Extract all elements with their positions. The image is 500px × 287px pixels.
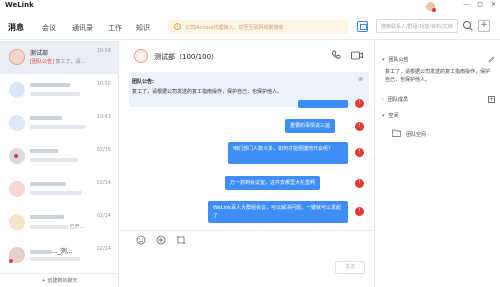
conversation-item[interactable]: 10:50: [0, 74, 119, 107]
edit-icon[interactable]: [488, 56, 495, 63]
group-avatar[interactable]: [134, 49, 148, 63]
conversation-time: 02/14: [96, 213, 111, 219]
send-failed-icon[interactable]: !: [355, 179, 364, 188]
input-divider: [120, 230, 373, 231]
search-input[interactable]: 搜索联系人/群组/功能/资料/文档: [376, 19, 458, 33]
conversation-preview: [30, 157, 96, 163]
search-icon[interactable]: [462, 20, 474, 32]
title-bar: WeLink — □ ✕: [0, 0, 500, 12]
conversation-name: [30, 114, 62, 121]
chevron-right-icon: ›: [382, 97, 384, 103]
conversation-item[interactable]: 10:43: [0, 107, 119, 140]
phone-icon[interactable]: [331, 50, 341, 60]
avatar: [9, 214, 25, 230]
chat-title: 测试部（100/100）: [154, 53, 219, 61]
new-chat-button[interactable]: + 创建新的聊天: [0, 273, 119, 287]
conversation-preview: [30, 190, 96, 196]
maximize-button[interactable]: □: [477, 1, 483, 8]
conversation-time: 10:58: [96, 48, 111, 54]
conversation-time: 02/15: [96, 147, 111, 153]
announcement-title: 团队公告:: [132, 79, 154, 85]
group-info-panel: ▾ 团队公告 复工了，请根据公司发送的复工指南操作，保护自己，也保护他人。 › 团队…: [374, 41, 500, 287]
conversation-time: 02/14: [96, 246, 111, 252]
message-bubble[interactable]: [298, 100, 348, 108]
team-space-item[interactable]: 团队空间: [406, 131, 426, 138]
screen-share-icon[interactable]: [357, 21, 368, 32]
unread-dot: [14, 154, 18, 158]
announcement-text: 复工了，请根据公司发送的复工指南操作，保护自己，也保护他人。: [132, 89, 283, 95]
close-button[interactable]: ✕: [491, 1, 496, 8]
attachment-icon[interactable]: [156, 235, 166, 245]
avatar: [9, 82, 25, 98]
tab-work[interactable]: 工作: [108, 23, 122, 33]
conversation-preview: [30, 91, 96, 97]
members-section-header[interactable]: › 团队成员: [382, 96, 408, 103]
conversation-item[interactable]: 已开... 02/14: [0, 206, 119, 239]
add-member-icon[interactable]: +: [488, 96, 495, 103]
announcement-section-header[interactable]: ▾ 团队公告: [382, 56, 409, 63]
folder-icon: [392, 129, 401, 137]
message-bubble[interactable]: 咱们部门人数众多，如何才能便捷地开会呢？: [228, 142, 348, 164]
conversation-item[interactable]: 02/14: [0, 173, 119, 206]
chat-panel: 测试部（100/100） 团队公告: 复工了，请根据公司发送的复工指南操作，保护…: [120, 41, 373, 287]
conversation-time: 02/14: [96, 180, 111, 186]
conversation-list: 测试部 [团队公告] 复工了，请... 10:58 10:50 10:43 02…: [0, 41, 119, 287]
conversation-item[interactable]: ..._刘... 02/14: [0, 239, 119, 272]
conversation-item[interactable]: 02/15: [0, 140, 119, 173]
close-icon[interactable]: ⊗: [358, 76, 363, 83]
message-bubble[interactable]: 万一抓到会议室，这件去哪里大礼堂啊: [225, 176, 321, 190]
announcement-tag: [团队公告]: [30, 59, 54, 65]
conversation-preview: [30, 124, 96, 130]
add-button[interactable]: +: [478, 20, 490, 32]
conversation-name: 测试部: [30, 50, 49, 57]
send-failed-icon[interactable]: !: [355, 99, 364, 108]
tab-meetings[interactable]: 会议: [42, 23, 56, 33]
announcement-body: 复工了，请根据公司发送的复工指南操作，保护自己，也保护他人。: [385, 69, 491, 83]
conversation-name: [30, 147, 58, 154]
tab-knowledge[interactable]: 知识: [136, 23, 150, 33]
conversation-name: [30, 81, 70, 88]
send-failed-icon[interactable]: !: [355, 148, 364, 157]
message-bubble[interactable]: 重要的事情说三遍: [285, 119, 336, 133]
avatar: [9, 115, 25, 131]
conversation-preview: [30, 256, 96, 262]
conversation-name: ..._刘...: [30, 246, 72, 255]
minimize-button[interactable]: —: [463, 1, 469, 8]
emoji-icon[interactable]: [136, 235, 146, 245]
collapse-panel-icon[interactable]: ›: [370, 157, 372, 163]
tab-messages[interactable]: 消息: [8, 22, 24, 33]
avatar: [9, 49, 25, 65]
notice-banner[interactable]: i 公司iAccess代理接入，切至互联网频繁接收: [168, 20, 348, 34]
chevron-down-icon: ▾: [382, 57, 385, 63]
conversation-time: 10:50: [96, 81, 111, 87]
conversation-preview: 已开...: [30, 223, 96, 230]
conversation-name: [30, 180, 66, 187]
conversation-name: [30, 213, 64, 220]
send-failed-icon[interactable]: !: [355, 122, 364, 131]
tab-contacts[interactable]: 通讯录: [72, 23, 93, 33]
chat-header: 测试部（100/100）: [120, 41, 373, 70]
message-bubble[interactable]: WeLink百人大群组会议，可以解决问题，一键就可以发起了: [208, 201, 348, 223]
notice-text: 公司iAccess代理接入，切至互联网频繁接收: [185, 25, 284, 31]
conversation-time: 10:43: [96, 114, 111, 120]
window-controls: — □ ✕: [463, 1, 496, 8]
app-title: WeLink: [5, 1, 34, 9]
send-failed-icon[interactable]: !: [355, 207, 364, 216]
space-section-header[interactable]: ▾ 空间: [382, 112, 399, 119]
conversation-item[interactable]: 测试部 [团队公告] 复工了，请... 10:58: [0, 41, 119, 74]
avatar: [9, 181, 25, 197]
unread-dot: [9, 259, 13, 263]
nav-bar: 消息 会议 通讯录 工作 知识 i 公司iAccess代理接入，切至互联网频繁接…: [0, 10, 500, 40]
info-icon: i: [174, 23, 181, 30]
conversation-preview: [团队公告] 复工了，请...: [30, 59, 86, 65]
video-icon[interactable]: [351, 51, 363, 60]
chevron-down-icon: ▾: [382, 113, 385, 119]
send-button[interactable]: 发送: [335, 261, 365, 274]
screenshot-icon[interactable]: [176, 235, 186, 245]
